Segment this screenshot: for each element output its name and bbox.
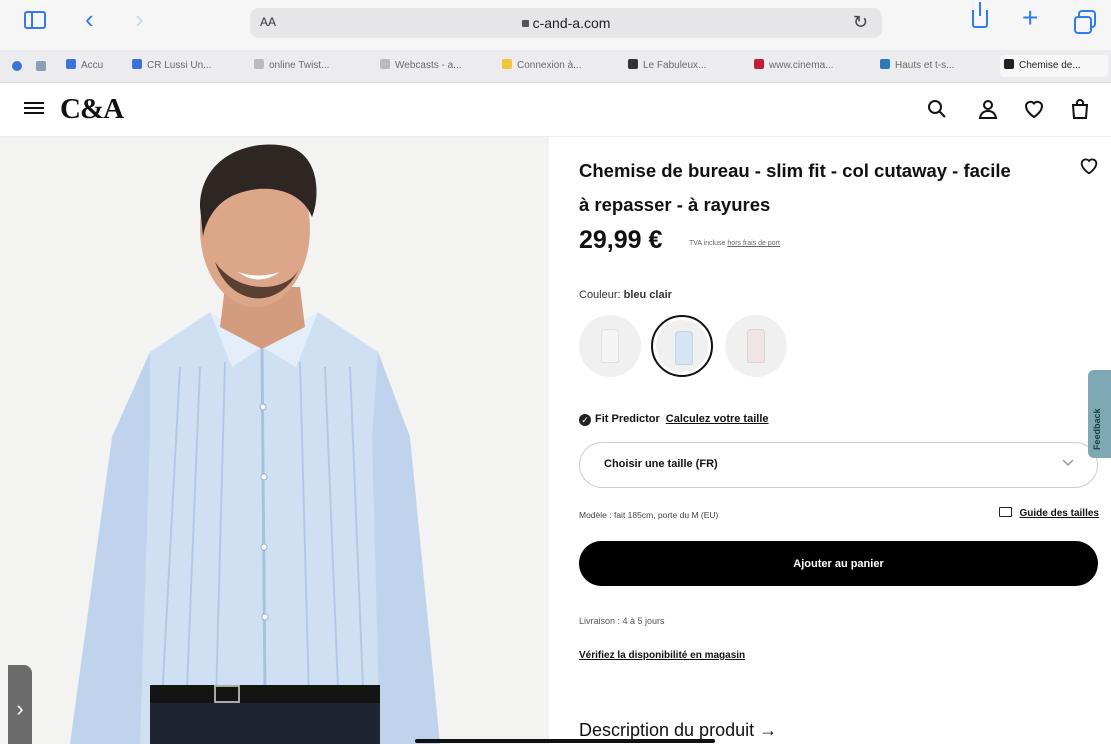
browser-tab-label: Accu xyxy=(81,60,104,71)
home-indicator[interactable] xyxy=(415,739,715,743)
reading-list-icon[interactable] xyxy=(36,61,46,71)
size-guide-label: Guide des tailles xyxy=(1019,508,1099,519)
search-icon[interactable] xyxy=(925,97,949,121)
sidebar-toggle-icon[interactable] xyxy=(24,11,46,29)
shirt-thumbnail-icon xyxy=(675,331,693,365)
model-photo xyxy=(0,137,549,744)
browser-tab-label: Connexion à... xyxy=(517,60,582,71)
fit-predictor: ✓ Fit Predictor Calculez votre taille xyxy=(579,413,769,426)
browser-tab[interactable]: Le Fabuleux... xyxy=(626,55,740,77)
size-select-placeholder: Choisir une taille (FR) xyxy=(604,458,718,470)
shipping-costs-link[interactable]: hors frais de port xyxy=(727,240,780,247)
hamburger-menu-icon[interactable] xyxy=(24,100,44,116)
selected-color: bleu clair xyxy=(623,289,672,301)
tab-favicon-icon xyxy=(754,59,764,69)
tab-favicon-icon xyxy=(132,59,142,69)
shirt-thumbnail-icon xyxy=(601,329,619,363)
fit-predictor-label: Fit Predictor xyxy=(595,413,660,425)
address-bar[interactable]: AA c-and-a.com ↻ xyxy=(250,8,882,38)
color-label: Couleur: bleu clair xyxy=(579,289,672,301)
add-to-cart-button[interactable]: Ajouter au panier xyxy=(579,541,1098,586)
price-note: TVA incluse hors frais de port xyxy=(689,240,780,247)
shopping-bag-icon[interactable] xyxy=(1068,97,1092,121)
url-text[interactable]: c-and-a.com xyxy=(250,15,882,31)
browser-tab-label: Le Fabuleux... xyxy=(643,60,707,71)
ruler-icon xyxy=(998,507,1012,517)
product-price: 29,99 € xyxy=(579,226,663,254)
browser-tab-label: Hauts et t-s... xyxy=(895,60,955,71)
wishlist-icon[interactable] xyxy=(1022,97,1046,121)
color-label-prefix: Couleur: xyxy=(579,289,621,301)
carousel-next-button[interactable]: › xyxy=(8,665,32,744)
chevron-down-icon xyxy=(1062,459,1074,467)
size-select[interactable]: Choisir une taille (FR) xyxy=(579,442,1098,488)
product-title: Chemise de bureau - slim fit - col cutaw… xyxy=(579,160,1011,215)
model-info: Modèle : fait 185cm, porte du M (EU) xyxy=(579,510,719,520)
delivery-time: Livraison : 4 à 5 jours xyxy=(579,616,665,626)
add-to-wishlist-heart-icon[interactable] xyxy=(1078,155,1100,177)
url-value: c-and-a.com xyxy=(532,15,611,31)
brand-logo[interactable]: C&A xyxy=(60,93,124,126)
tab-favicon-icon xyxy=(880,59,890,69)
back-arrow-icon[interactable]: ‹ xyxy=(85,6,94,32)
browser-tab[interactable]: Webcasts - a... xyxy=(378,55,492,77)
fit-predictor-icon: ✓ xyxy=(579,414,591,426)
favorites-icon[interactable] xyxy=(12,61,22,71)
color-swatch-white[interactable] xyxy=(579,315,641,377)
product-image[interactable]: › xyxy=(0,137,549,744)
new-tab-icon[interactable]: + xyxy=(1022,4,1038,32)
tab-favicon-icon xyxy=(1004,59,1014,69)
shirt-thumbnail-icon xyxy=(747,329,765,363)
calculate-size-link[interactable]: Calculez votre taille xyxy=(666,413,769,425)
color-swatch-pink[interactable] xyxy=(725,315,787,377)
lock-icon xyxy=(521,20,529,27)
account-icon[interactable] xyxy=(976,97,1000,121)
store-availability-link[interactable]: Vérifiez la disponibilité en magasin xyxy=(579,650,745,661)
browser-tab-label: online Twist... xyxy=(269,60,330,71)
forward-arrow-icon[interactable]: › xyxy=(135,6,144,32)
site-header: C&A xyxy=(0,83,1111,137)
browser-toolbar: ‹ › AA c-and-a.com ↻ + xyxy=(0,0,1111,50)
product-description-toggle[interactable]: Description du produit → xyxy=(579,720,777,741)
feedback-tab[interactable]: Feedback xyxy=(1088,370,1111,458)
tab-favicon-icon xyxy=(66,59,76,69)
tab-strip: Accu CR Lussi Un... online Twist... Webcast… xyxy=(0,50,1111,83)
tab-favicon-icon xyxy=(380,59,390,69)
share-icon[interactable] xyxy=(972,2,988,28)
description-title: Description du produit xyxy=(579,720,755,740)
size-guide-link[interactable]: Guide des tailles xyxy=(998,507,1099,519)
tab-favicon-icon xyxy=(254,59,264,69)
browser-tab[interactable]: Connexion à... xyxy=(500,55,614,77)
browser-tab[interactable]: www.cinema... xyxy=(752,55,866,77)
browser-tab-label: CR Lussi Un... xyxy=(147,60,212,71)
reload-icon[interactable]: ↻ xyxy=(853,12,868,33)
browser-tab-label: Webcasts - a... xyxy=(395,60,462,71)
feedback-label: Feedback xyxy=(1092,408,1102,450)
browser-tab-label: www.cinema... xyxy=(769,60,834,71)
color-swatch-light-blue[interactable] xyxy=(651,315,713,377)
browser-tab[interactable]: Hauts et t-s... xyxy=(878,55,992,77)
browser-tab[interactable]: online Twist... xyxy=(252,55,366,77)
browser-tab[interactable]: CR Lussi Un... xyxy=(130,55,244,77)
browser-tab-label: Chemise de... xyxy=(1019,60,1081,71)
tab-favicon-icon xyxy=(628,59,638,69)
tab-favicon-icon xyxy=(502,59,512,69)
vat-note: TVA incluse xyxy=(689,240,726,247)
browser-tab[interactable]: Chemise de... xyxy=(1000,55,1108,77)
arrow-right-icon: → xyxy=(759,720,778,740)
tab-overview-icon[interactable] xyxy=(1074,10,1096,34)
